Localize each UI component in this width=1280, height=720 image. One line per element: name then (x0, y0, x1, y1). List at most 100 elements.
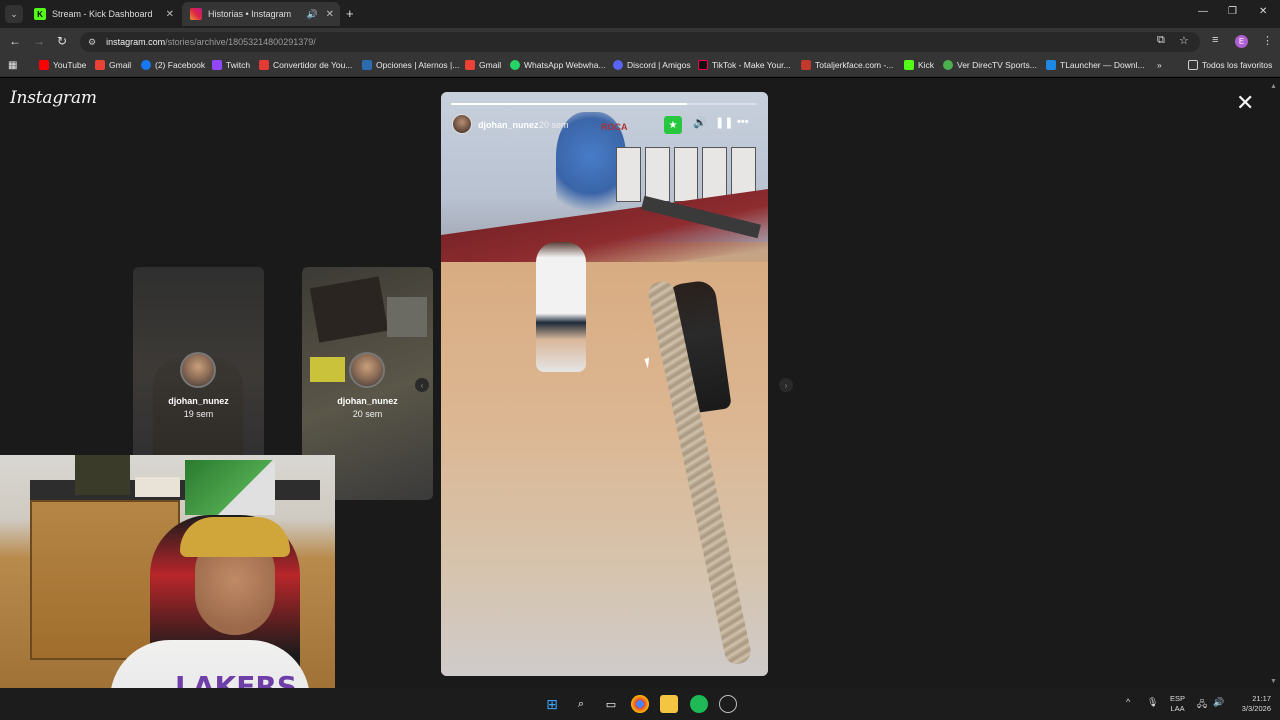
bookmark-kick[interactable]: Kick (904, 60, 934, 70)
spotify-icon[interactable] (690, 695, 708, 713)
minimize-button[interactable]: — (1198, 6, 1208, 17)
volume-icon[interactable]: 🔊 (693, 116, 707, 129)
tlauncher-icon (1046, 60, 1056, 70)
webcam-background (135, 477, 180, 497)
story-viewer[interactable]: ROCA djohan_nunez 20 sem ★ 🔊 ❚❚ ••• (441, 92, 768, 676)
streamer-cap (180, 517, 290, 557)
kick-icon: K (34, 8, 46, 20)
task-view-icon[interactable]: ▭ (602, 695, 620, 713)
kick-icon (904, 60, 914, 70)
converter-icon (259, 60, 269, 70)
story-progress-bar (451, 103, 757, 105)
language-code: ESP (1170, 694, 1186, 703)
bookmark-tiktok[interactable]: TikTok - Make Your... (698, 60, 791, 70)
network-icon[interactable]: 🖧 (1197, 697, 1207, 713)
story-age: 20 sem (352, 409, 383, 419)
folder-icon (1188, 60, 1198, 70)
file-explorer-icon[interactable] (660, 695, 678, 713)
steam-icon[interactable] (719, 695, 737, 713)
url-path: /stories/archive/18053214800291379/ (165, 37, 316, 47)
keyboard-layout: LAA (1170, 704, 1185, 713)
story-avatar[interactable] (452, 114, 472, 134)
instagram-logo[interactable]: Instagram (10, 88, 97, 108)
volume-tray-icon[interactable]: 🔊 (1213, 697, 1224, 708)
story-username[interactable]: djohan_nunez (478, 120, 539, 130)
tab-search-icon[interactable]: ⌄ (5, 5, 23, 23)
media-control-icon[interactable]: ≡ (1212, 34, 1218, 46)
profile-avatar[interactable]: E (1235, 35, 1248, 48)
tab-strip: ⌄ K Stream - Kick Dashboard ✕ Historias … (0, 0, 1280, 28)
apps-icon[interactable]: ▦ (8, 60, 17, 71)
bookmark-whatsapp[interactable]: WhatsApp Webwha... (510, 60, 606, 70)
scroll-down-arrow[interactable]: ▼ (1270, 678, 1277, 685)
scroll-up-arrow[interactable]: ▲ (1270, 83, 1277, 90)
show-hidden-icons[interactable]: ^ (1126, 697, 1130, 707)
system-clock[interactable]: 21:17 3/3/2026 (1233, 694, 1271, 714)
tab-instagram-stories[interactable]: Historias • Instagram 🔊 ✕ (182, 2, 340, 26)
bookmark-totaljerkface[interactable]: Totaljerkface.com -... (801, 60, 893, 70)
microphone-icon[interactable]: 🎙 (1147, 697, 1158, 708)
tab-title: Historias • Instagram (208, 9, 292, 19)
aternos-icon (362, 60, 372, 70)
new-tab-button[interactable]: + (346, 6, 354, 21)
chrome-icon[interactable] (631, 695, 649, 713)
twitch-icon (212, 60, 222, 70)
avatar (180, 352, 216, 388)
bookmark-facebook[interactable]: (2) Facebook (141, 60, 205, 70)
bookmark-discord[interactable]: Discord | Amigos (613, 60, 691, 70)
tab-close-icon[interactable]: ✕ (326, 9, 334, 20)
previous-story-arrow[interactable]: ‹ (415, 378, 429, 392)
bookmark-twitch[interactable]: Twitch (212, 60, 250, 70)
more-options-icon[interactable]: ••• (737, 116, 749, 128)
restore-button[interactable]: ❐ (1228, 6, 1237, 17)
story-username: djohan_nunez (168, 396, 229, 406)
story-thumbnail (387, 297, 427, 337)
bookmarks-overflow-icon[interactable]: » (1157, 60, 1162, 70)
tab-close-icon[interactable]: ✕ (166, 9, 174, 20)
story-progress-fill (451, 103, 687, 105)
menu-icon[interactable]: ⋮ (1262, 34, 1273, 47)
windows-taskbar: ⊞ ⌕ ▭ ^ 🎙 ESP LAA 🖧 🔊 21:17 3/3/2026 (0, 688, 1280, 720)
totaljerkface-icon (801, 60, 811, 70)
bookmark-gmail-2[interactable]: Gmail (465, 60, 501, 70)
bookmark-tlauncher[interactable]: TLauncher — Downl... (1046, 60, 1145, 70)
language-indicator[interactable]: ESP LAA (1170, 694, 1185, 714)
window-close-button[interactable]: ✕ (1259, 6, 1267, 17)
search-icon[interactable]: ⌕ (572, 695, 590, 713)
start-windows-icon[interactable]: ⊞ (543, 695, 561, 713)
next-story-arrow[interactable]: › (779, 378, 793, 392)
bookmarks-bar: ▦ YouTube Gmail (2) Facebook Twitch Conv… (0, 56, 1280, 77)
tiktok-icon (698, 60, 708, 70)
close-stories-button[interactable]: ✕ (1236, 92, 1254, 114)
facebook-icon (141, 60, 151, 70)
instagram-icon (190, 8, 202, 20)
reload-button[interactable]: ↻ (57, 34, 67, 48)
whatsapp-icon (510, 60, 520, 70)
youtube-icon (39, 60, 49, 70)
bookmark-aternos[interactable]: Opciones | Aternos |... (362, 60, 459, 70)
mural-text: ROCA (601, 122, 628, 132)
clock-time: 21:17 (1252, 694, 1271, 703)
site-info-icon[interactable]: ⚙ (88, 37, 96, 48)
gmail-icon (465, 60, 475, 70)
forward-button[interactable]: → (33, 34, 45, 48)
story-thumbnail (310, 357, 345, 382)
bookmark-directv[interactable]: Ver DirecTV Sports... (943, 60, 1037, 70)
back-button[interactable]: ← (9, 34, 21, 48)
tab-kick-dashboard[interactable]: K Stream - Kick Dashboard ✕ (26, 2, 180, 26)
bookmark-youtube[interactable]: YouTube (39, 60, 86, 70)
webcam-overlay: LAKERS (0, 455, 335, 713)
speaker-icon[interactable]: 🔊 (307, 9, 318, 20)
bookmark-gmail[interactable]: Gmail (95, 60, 131, 70)
story-age: 19 sem (183, 409, 214, 419)
gmail-icon (95, 60, 105, 70)
all-bookmarks[interactable]: Todos los favoritos (1188, 60, 1272, 70)
install-app-icon[interactable]: ⧉ (1157, 34, 1165, 47)
webcam-background (75, 455, 130, 495)
address-bar[interactable]: ⚙ instagram.com/stories/archive/18053214… (80, 32, 1200, 52)
bookmark-star-icon[interactable]: ☆ (1179, 34, 1189, 47)
bookmark-converter[interactable]: Convertidor de You... (259, 60, 352, 70)
url-host: instagram.com (106, 37, 166, 47)
clock-date: 3/3/2026 (1241, 704, 1271, 713)
pause-icon[interactable]: ❚❚ (715, 116, 733, 129)
